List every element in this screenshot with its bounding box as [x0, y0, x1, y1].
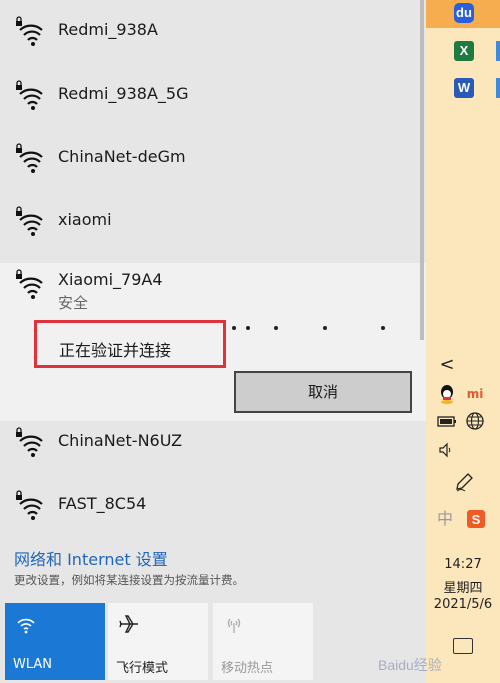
network-item[interactable]: ChinaNet-deGm — [0, 127, 426, 190]
progress-dot — [381, 326, 385, 330]
network-item-connecting[interactable]: Xiaomi_79A4 安全 正在验证并连接 取消 — [0, 263, 426, 421]
watermark-logo: Baidu经验 — [378, 657, 442, 673]
network-security-label: 安全 — [58, 294, 89, 312]
network-item[interactable]: Redmi_938A_5G — [0, 64, 426, 127]
network-globe-icon[interactable] — [464, 410, 486, 432]
quick-action-wlan[interactable]: WLAN — [5, 603, 105, 680]
network-ssid: ChinaNet-deGm — [58, 147, 186, 166]
network-ssid: Redmi_938A — [58, 20, 158, 39]
quick-action-label: WLAN — [13, 657, 53, 672]
quick-action-label: 移动热点 — [221, 661, 274, 676]
secured-wifi-icon — [14, 143, 46, 175]
progress-dot — [323, 326, 327, 330]
network-settings-link[interactable]: 网络和 Internet 设置 — [14, 546, 168, 570]
network-settings-description: 更改设置，例如将某连接设置为按流量计费。 — [14, 573, 244, 587]
network-ssid: FAST_8C54 — [58, 494, 147, 513]
quick-action-label: 飞行模式 — [116, 661, 169, 676]
secured-wifi-icon — [14, 269, 46, 301]
app-indicator — [496, 41, 500, 61]
baidu-icon[interactable]: du — [454, 3, 474, 23]
ime-mode[interactable]: 中 — [434, 508, 456, 530]
progress-dot — [232, 326, 236, 330]
excel-icon[interactable]: X — [454, 41, 474, 61]
network-item[interactable]: FAST_8C54 — [0, 474, 426, 537]
network-item[interactable]: xiaomi — [0, 190, 426, 253]
connecting-status-text: 正在验证并连接 — [59, 341, 172, 360]
progress-dot — [246, 326, 250, 330]
quick-action-mobile-hotspot[interactable]: 移动热点 — [213, 603, 313, 680]
wifi-icon — [17, 618, 35, 634]
hotspot-icon — [227, 618, 241, 633]
network-item[interactable]: ChinaNet-N6UZ — [0, 411, 426, 474]
word-icon[interactable]: W — [454, 78, 474, 98]
mi-icon[interactable]: mi — [464, 383, 486, 405]
network-ssid: xiaomi — [58, 210, 112, 229]
pen-icon[interactable] — [453, 471, 475, 493]
secured-wifi-icon — [14, 427, 46, 459]
cancel-button[interactable]: 取消 — [234, 371, 412, 413]
app-indicator — [496, 78, 500, 98]
network-ssid: Xiaomi_79A4 — [58, 270, 163, 289]
volume-icon[interactable] — [436, 439, 458, 461]
notification-center-icon[interactable] — [453, 638, 473, 654]
connecting-status-highlight: 正在验证并连接 — [34, 320, 226, 368]
quick-action-airplane-mode[interactable]: 飞行模式 — [108, 603, 208, 680]
battery-icon[interactable] — [436, 410, 458, 432]
svg-text:S: S — [472, 512, 481, 527]
network-ssid: Redmi_938A_5G — [58, 84, 189, 103]
scrollbar[interactable] — [420, 0, 424, 340]
qq-icon[interactable] — [436, 383, 458, 405]
clock-time[interactable]: 14:27 — [426, 557, 500, 572]
show-hidden-icons-chevron[interactable]: < — [436, 354, 458, 376]
progress-dot — [274, 326, 278, 330]
network-ssid: ChinaNet-N6UZ — [58, 431, 183, 450]
network-item[interactable]: Redmi_938A — [0, 0, 426, 63]
secured-wifi-icon — [14, 490, 46, 522]
secured-wifi-icon — [14, 80, 46, 112]
wifi-flyout: Redmi_938A Redmi_938A_5G ChinaNet-deGm x… — [0, 0, 426, 683]
sogou-ime-icon[interactable]: S — [465, 508, 487, 530]
clock-date[interactable]: 2021/5/6 — [426, 597, 500, 612]
clock-weekday[interactable]: 星期四 — [426, 577, 500, 596]
secured-wifi-icon — [14, 206, 46, 238]
airplane-icon — [119, 615, 138, 633]
secured-wifi-icon — [14, 16, 46, 48]
